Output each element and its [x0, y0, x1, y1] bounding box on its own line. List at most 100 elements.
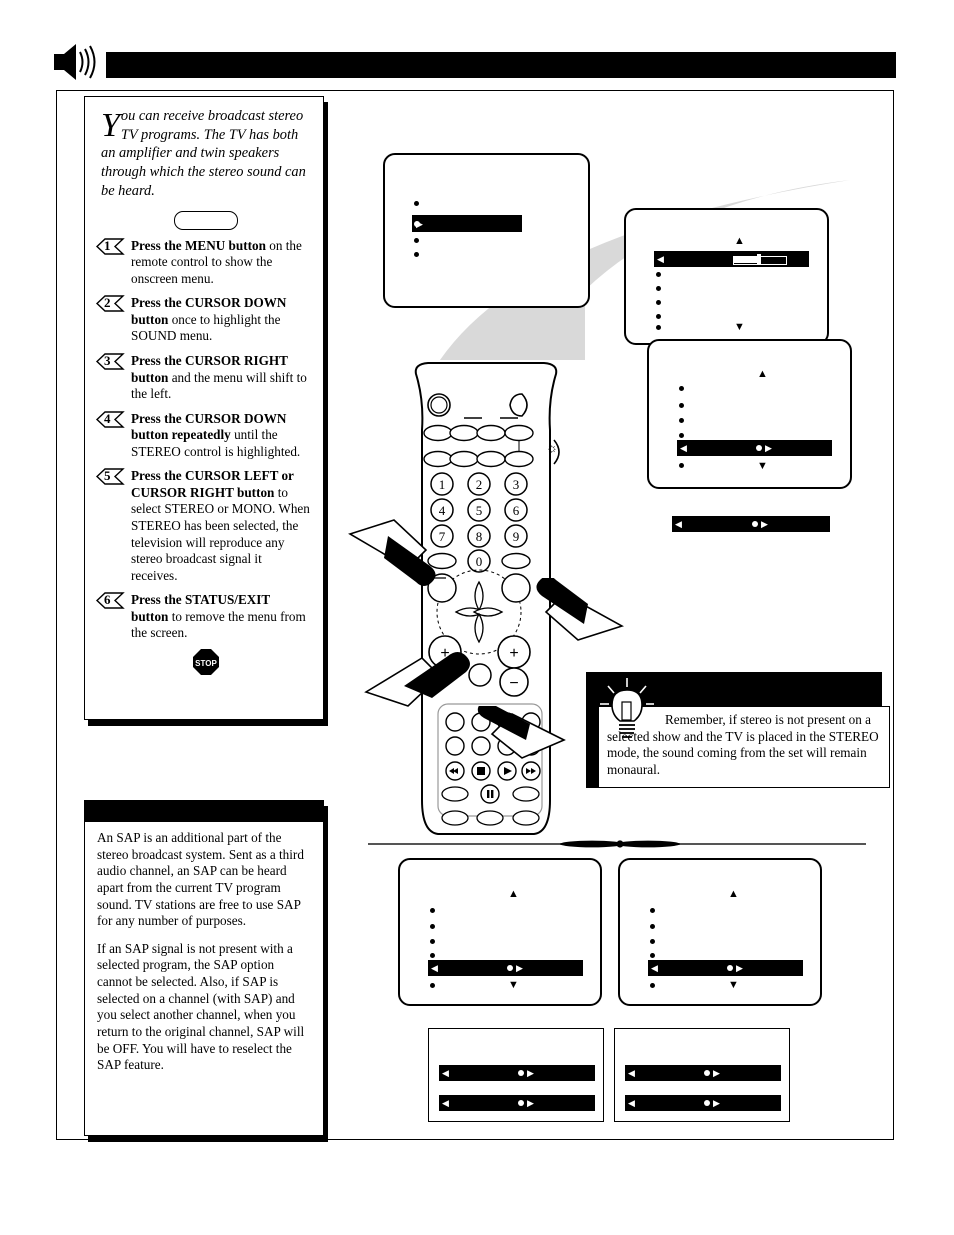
menu-bullet: [679, 386, 684, 391]
step-6: 6 Press the STATUS/EXIT button to remove…: [95, 592, 310, 642]
menu-bullet: [656, 272, 661, 277]
svg-text:−: −: [509, 675, 518, 692]
stereo-highlight-row[interactable]: ◀ ▶: [648, 960, 803, 976]
menu-bullet: [430, 939, 435, 944]
step-number-5: 5: [95, 468, 129, 486]
slider-knob[interactable]: [757, 254, 761, 265]
svg-text:5: 5: [476, 503, 483, 518]
divider-ornament: [560, 840, 680, 848]
option-bars-left: ◀ ▶ ◀ ▶: [428, 1028, 604, 1122]
svg-text:3: 3: [513, 477, 520, 492]
cursor-right-arrow-icon[interactable]: ▶: [765, 444, 772, 453]
cursor-left-arrow-icon[interactable]: ◀: [431, 964, 438, 973]
value-dot: [704, 1070, 710, 1076]
onscreen-stereo-control: ▲ ◀ ▶ ▼: [647, 339, 855, 492]
menu-bullet: [650, 939, 655, 944]
cursor-right-arrow-icon[interactable]: ▶: [516, 964, 523, 973]
page-title-bar: [106, 52, 896, 78]
value-dot: [752, 521, 758, 527]
onscreen-sound-menu: ▲ ◀ ▼: [624, 208, 832, 348]
cursor-left-arrow-icon[interactable]: ◀: [628, 1099, 635, 1108]
option-bars-right: ◀ ▶ ◀ ▶: [614, 1028, 790, 1122]
step-1: 1 Press the MENU button on the remote co…: [95, 238, 310, 288]
detached-option-bar[interactable]: ◀ ▶: [672, 516, 830, 532]
stereo-highlight-row[interactable]: ◀ ▶: [428, 960, 583, 976]
menu-bullet: [679, 418, 684, 423]
svg-text:STOP: STOP: [195, 659, 217, 668]
menu-bullet: [650, 983, 655, 988]
cursor-right-arrow-icon[interactable]: ▶: [761, 520, 768, 529]
cursor-left-arrow-icon[interactable]: ◀: [680, 444, 687, 453]
menu-button: [476, 424, 506, 442]
intro-paragraph: You can receive broadcast stereo TV prog…: [101, 107, 310, 201]
menu-bullet: [414, 252, 419, 257]
mute-button: [509, 393, 528, 417]
value-dot: [704, 1100, 710, 1106]
sound-slider-row: ◀: [654, 251, 809, 267]
pointing-hand-upper-left: [348, 519, 436, 586]
step-number-6: 6: [95, 592, 129, 609]
option-bar[interactable]: ◀ ▶: [625, 1065, 781, 1081]
menu-bullet: [679, 433, 684, 438]
option-bar[interactable]: ◀ ▶: [625, 1095, 781, 1111]
stop-sign-wrapper: STOP: [101, 648, 310, 681]
pointing-hand-lower-right: [477, 706, 566, 759]
step-number-1: 1: [95, 238, 129, 255]
cursor-left-arrow-icon[interactable]: ◀: [651, 964, 658, 973]
cursor-right-arrow-icon[interactable]: ▶: [736, 964, 743, 973]
pause-icon: [480, 784, 500, 804]
stereo-highlight-row[interactable]: ◀ ▶: [677, 440, 832, 456]
value-dot: [507, 965, 513, 971]
svg-text:9: 9: [513, 529, 520, 544]
cursor-left-arrow-icon: ◀: [657, 254, 664, 264]
scroll-up-arrow-icon: ▲: [508, 888, 519, 900]
sap-note-header-bar: [84, 800, 324, 822]
menu-bullet: [430, 953, 435, 958]
cursor-left-arrow-icon[interactable]: ◀: [442, 1099, 449, 1108]
scroll-down-arrow-icon: ▼: [734, 321, 745, 333]
speaker-sound-icon: [50, 42, 106, 82]
onscreen-main-menu: ▶: [383, 153, 593, 311]
menu-bullet: [656, 286, 661, 291]
svg-text:8: 8: [476, 529, 483, 544]
cursor-left-arrow-icon[interactable]: ◀: [675, 520, 682, 529]
sap-paragraph-2: If an SAP signal is not present with a s…: [97, 940, 305, 1073]
cursor-right-arrow-icon[interactable]: ▶: [527, 1069, 534, 1078]
option-bar[interactable]: ◀ ▶: [439, 1065, 595, 1081]
pointing-hand-right: [536, 578, 624, 641]
menu-bullet: [414, 201, 419, 206]
value-dot: [518, 1070, 524, 1076]
menu-bullet: [650, 924, 655, 929]
step-number-2: 2: [95, 295, 129, 312]
step-5: 5 Press the CURSOR LEFT or CURSOR RIGHT …: [95, 468, 310, 584]
sap-note-panel: An SAP is an additional part of the ster…: [84, 800, 324, 1136]
menu-bullet: [656, 314, 661, 319]
menu-bullet: [679, 463, 684, 468]
step-number-4: 4: [95, 411, 129, 428]
cursor-right-arrow-icon[interactable]: ▶: [713, 1099, 720, 1108]
step-3: 3 Press the CURSOR RIGHT button and the …: [95, 353, 310, 403]
step-number-3: 3: [95, 353, 129, 370]
scroll-down-arrow-icon: ▼: [757, 460, 768, 472]
cursor-left-arrow-icon[interactable]: ◀: [628, 1069, 635, 1078]
lightbulb-icon: [600, 678, 654, 738]
menu-bullet: [650, 908, 655, 913]
step-5-lead: Press the CURSOR LEFT or CURSOR RIGHT bu…: [131, 468, 294, 500]
cursor-right-arrow-icon[interactable]: ▶: [527, 1099, 534, 1108]
scroll-down-arrow-icon: ▼: [508, 979, 519, 991]
menu-bullet: [430, 924, 435, 929]
instruction-panel: You can receive broadcast stereo TV prog…: [84, 96, 324, 720]
cursor-dot: [414, 221, 420, 227]
menu-bullet: [656, 325, 661, 330]
svg-text:1: 1: [439, 477, 446, 492]
scroll-up-arrow-icon: ▲: [728, 888, 739, 900]
stop-icon: STOP: [192, 648, 219, 675]
cursor-left-arrow-icon[interactable]: ◀: [442, 1069, 449, 1078]
value-dot: [727, 965, 733, 971]
cursor-right-arrow-icon[interactable]: ▶: [713, 1069, 720, 1078]
sap-paragraph-1: An SAP is an additional part of the ster…: [97, 830, 304, 929]
option-bar[interactable]: ◀ ▶: [439, 1095, 595, 1111]
value-dot: [756, 445, 762, 451]
onscreen-stereo-variant-right: ▲ ◀ ▶ ▼: [618, 858, 825, 1009]
menu-bullet: [430, 908, 435, 913]
